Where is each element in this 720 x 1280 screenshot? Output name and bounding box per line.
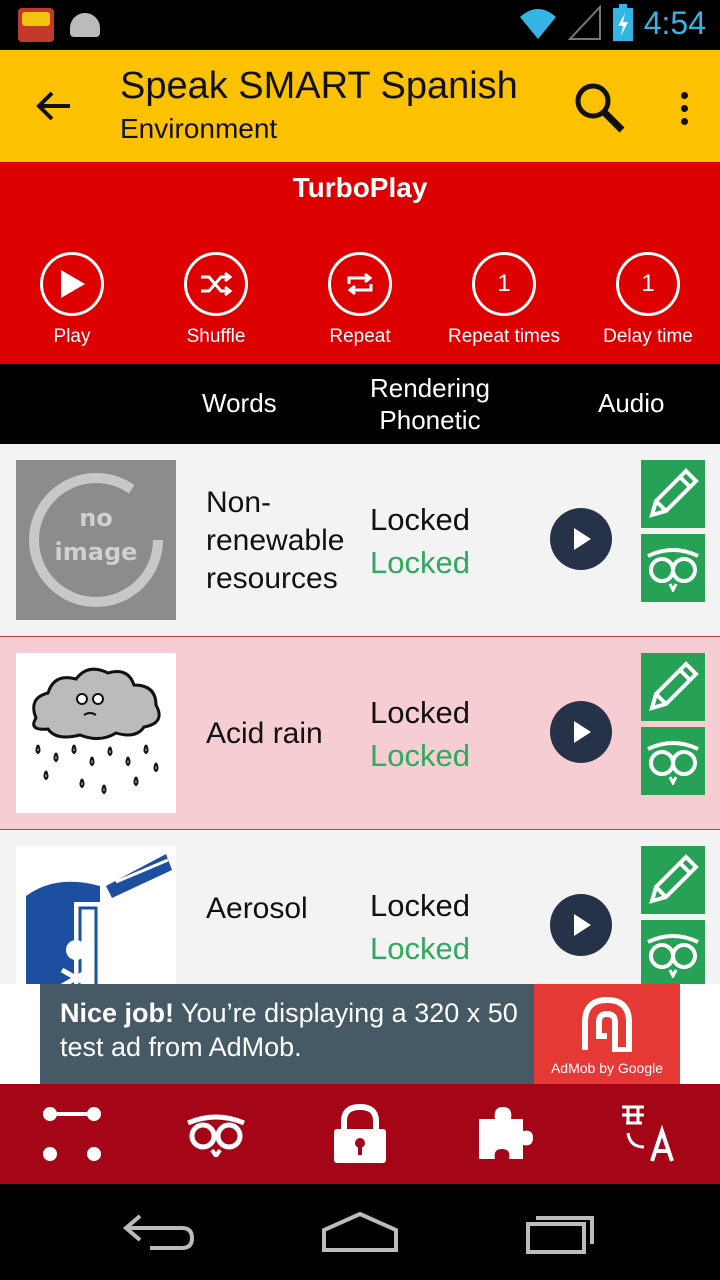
admob-brand: AdMob by Google [534, 984, 680, 1084]
word-text: Non-renewable resources [206, 486, 345, 595]
delay-time-control[interactable]: 1 Delay time [576, 252, 720, 348]
owl-icon[interactable] [144, 1084, 288, 1184]
recents-icon[interactable] [520, 1210, 600, 1254]
no-image-placeholder: no image [16, 460, 176, 620]
play-audio-button[interactable] [550, 701, 612, 763]
repeat-times-value[interactable]: 1 [472, 252, 536, 316]
no-image-text-2: image [55, 538, 138, 566]
admob-logo-icon [582, 996, 632, 1052]
turboplay-heading: TurboPlay [292, 172, 428, 203]
app-toolbar: Speak SMART Spanish Environment [0, 50, 720, 162]
android-icon [68, 11, 102, 39]
ad-banner-area: Nice job! You’re displaying a 320 x 50 t… [0, 984, 720, 1084]
list-item[interactable]: Aerosol Locked Locked [0, 830, 720, 984]
admob-brand-label: AdMob by Google [550, 1060, 664, 1076]
list-item[interactable]: no image Non-renewable resources Locked … [0, 444, 720, 637]
system-navigation-bar [0, 1184, 720, 1280]
turboplay-panel: TurboPlay Play Shuffle Repeat 1 Repeat t… [0, 162, 720, 364]
play-audio-button[interactable] [550, 508, 612, 570]
aerosol-can-illustration [16, 846, 176, 984]
list-item[interactable]: Acid rain Locked Locked [0, 637, 720, 830]
words-column-heading: Words [202, 388, 277, 418]
signal-icon [567, 5, 601, 40]
battery-charging-icon [612, 4, 633, 41]
word-list[interactable]: no image Non-renewable resources Locked … [0, 444, 720, 984]
app-notification-icon [18, 8, 54, 42]
wifi-icon [519, 9, 556, 39]
back-icon[interactable] [120, 1210, 200, 1254]
delay-time-value[interactable]: 1 [616, 252, 680, 316]
admob-test-ad[interactable]: Nice job! You’re displaying a 320 x 50 t… [40, 984, 680, 1084]
more-vert-icon[interactable] [664, 84, 704, 132]
phonetic-text: Locked [370, 545, 470, 580]
edit-pencil-icon[interactable] [641, 653, 705, 721]
word-text: Acid rain [206, 717, 323, 750]
word-text: Aerosol [206, 892, 308, 925]
play-label: Play [53, 326, 91, 347]
repeat-icon[interactable] [328, 252, 392, 316]
edit-pencil-icon[interactable] [641, 460, 705, 528]
phonetic-heading: Phonetic [379, 405, 481, 435]
home-icon[interactable] [320, 1210, 400, 1254]
repeat-times-label: Repeat times [448, 326, 560, 347]
play-icon[interactable] [40, 252, 104, 316]
no-image-text-1: no [79, 504, 113, 532]
shuffle-control[interactable]: Shuffle [144, 252, 288, 348]
acid-rain-cloud-illustration [16, 653, 176, 813]
phonetic-text: Locked [370, 738, 470, 773]
repeat-control[interactable]: Repeat [288, 252, 432, 348]
repeat-times-control[interactable]: 1 Repeat times [432, 252, 576, 348]
owl-icon[interactable] [641, 727, 705, 795]
lock-icon[interactable] [288, 1084, 432, 1184]
search-icon[interactable] [570, 78, 628, 136]
app-title: Speak SMART Spanish [120, 65, 518, 107]
translate-icon[interactable] [576, 1084, 720, 1184]
dots-grid-icon[interactable] [0, 1084, 144, 1184]
clock: 4:54 [643, 4, 706, 41]
repeat-label: Repeat [329, 326, 391, 347]
ad-bold-text: Nice job! [60, 998, 175, 1028]
rendering-phonetic-heading: Rendering Phonetic [360, 372, 500, 436]
bottom-navigation [0, 1084, 720, 1184]
shuffle-icon[interactable] [184, 252, 248, 316]
play-control[interactable]: Play [0, 252, 144, 348]
play-audio-button[interactable] [550, 894, 612, 956]
delay-time-label: Delay time [603, 326, 693, 347]
list-column-header: Words Rendering Phonetic Audio [0, 364, 720, 444]
screen-subtitle: Environment [120, 113, 278, 144]
audio-column-heading: Audio [598, 388, 665, 418]
puzzle-icon[interactable] [432, 1084, 576, 1184]
shuffle-label: Shuffle [186, 326, 246, 347]
rendering-text: Locked [370, 502, 470, 537]
arrow-back-icon[interactable] [28, 80, 80, 132]
ad-text: Nice job! You’re displaying a 320 x 50 t… [60, 996, 530, 1064]
status-bar: 4:54 [0, 0, 720, 50]
rendering-heading: Rendering [370, 373, 490, 403]
rendering-text: Locked [370, 695, 470, 730]
phonetic-text: Locked [370, 931, 470, 966]
owl-icon[interactable] [641, 534, 705, 602]
owl-icon[interactable] [641, 920, 705, 984]
edit-pencil-icon[interactable] [641, 846, 705, 914]
rendering-text: Locked [370, 888, 470, 923]
